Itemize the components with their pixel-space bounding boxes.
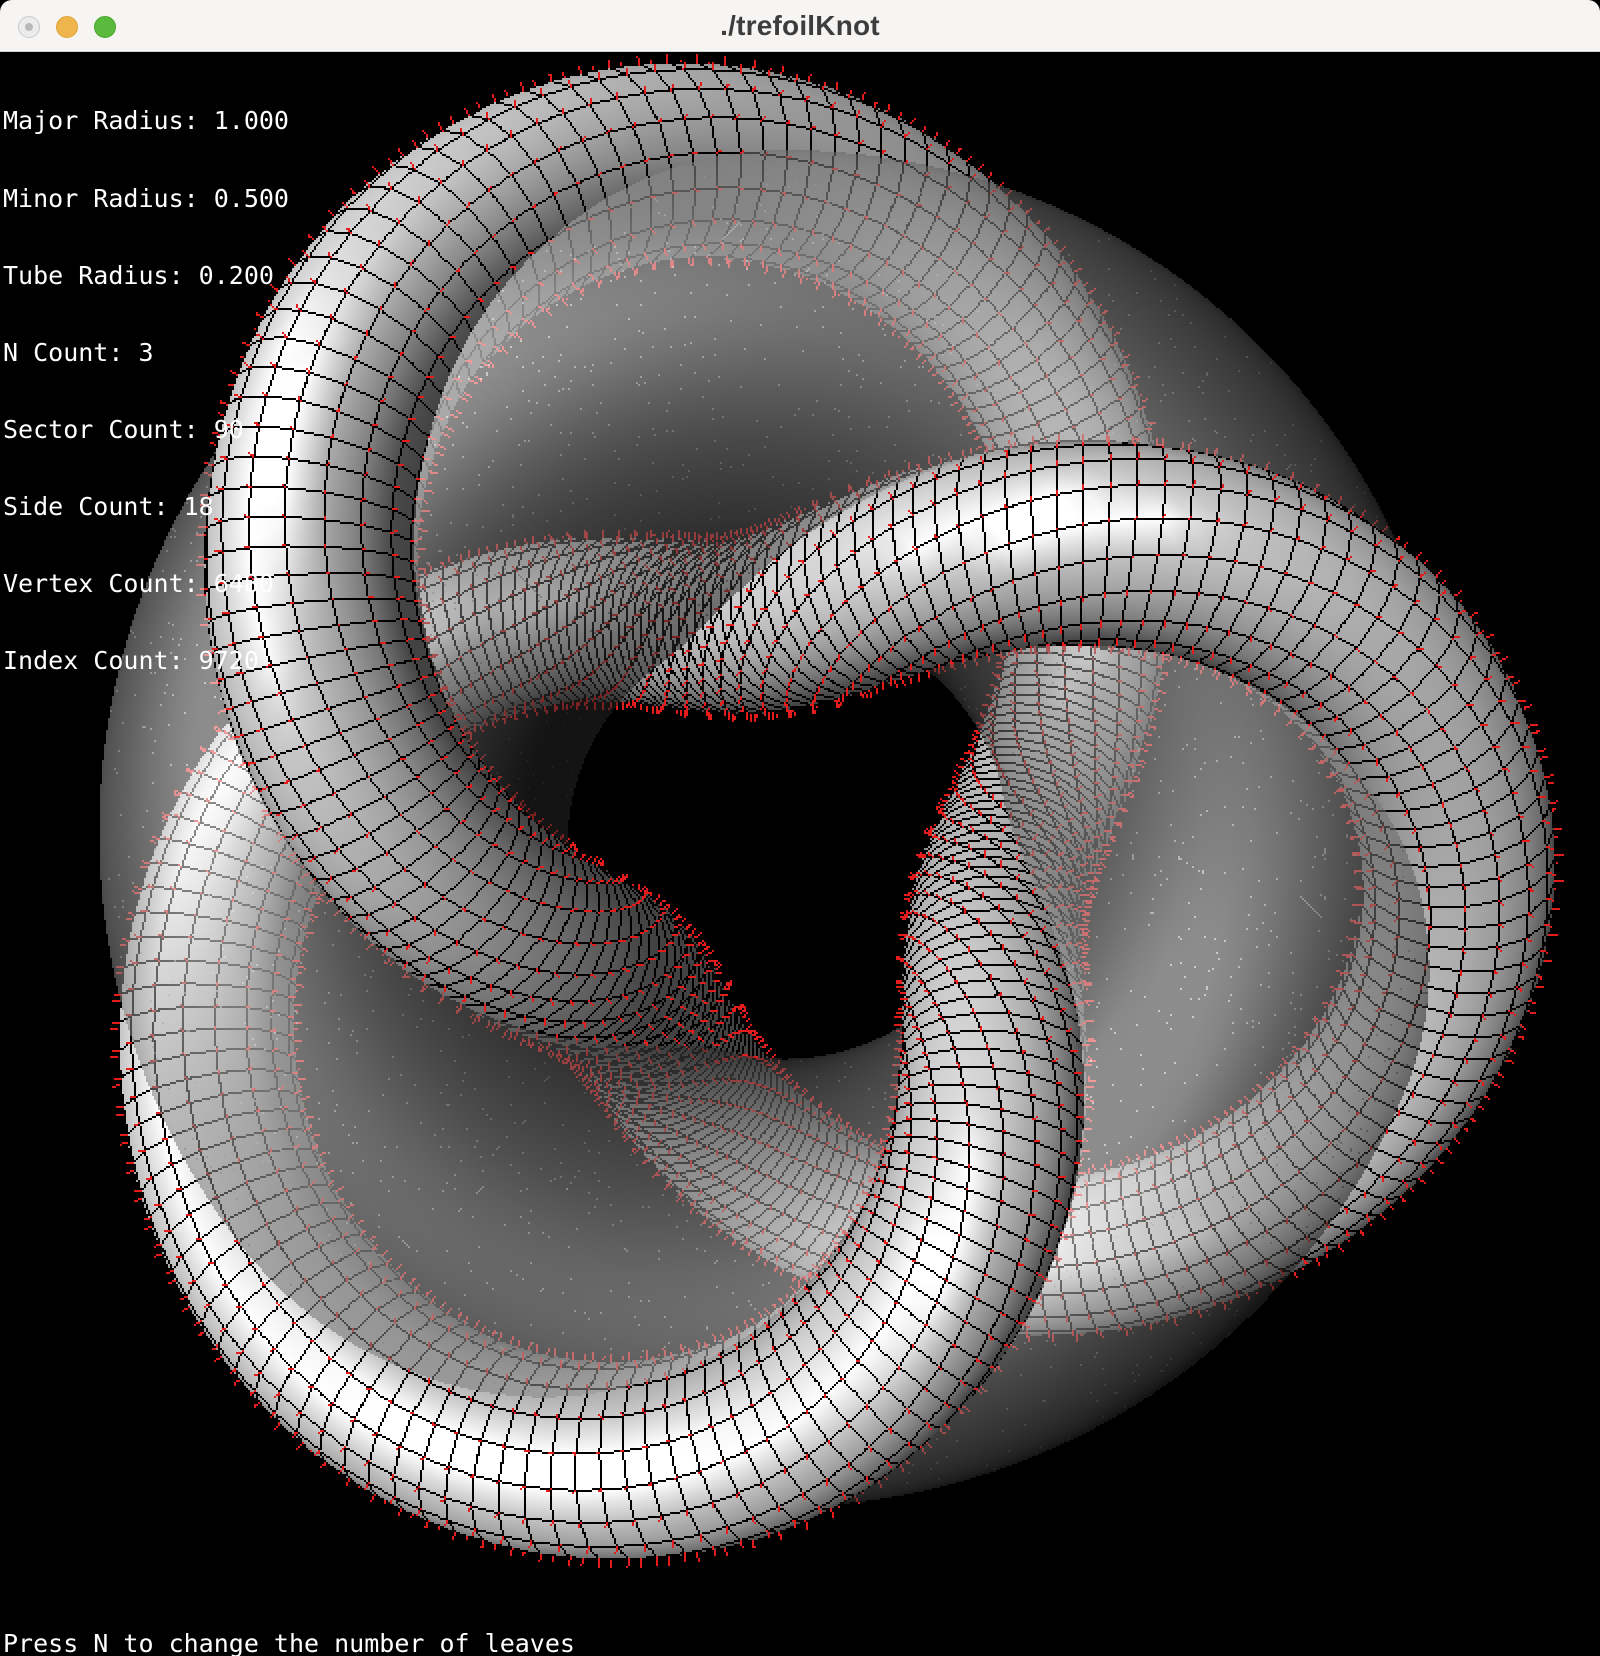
hud-line-major-radius: Major Radius: 1.000 xyxy=(3,108,289,134)
hud-line-vertex-count: Vertex Count: 6480 xyxy=(3,571,289,597)
window-title: ./trefoilKnot xyxy=(720,10,880,42)
hint-text: Press N to change the number of leaves xyxy=(3,1630,575,1656)
minimize-button[interactable] xyxy=(56,16,78,38)
close-button[interactable] xyxy=(18,16,40,38)
hud-line-side-count: Side Count: 18 xyxy=(3,494,289,520)
zoom-button[interactable] xyxy=(94,16,116,38)
window-titlebar[interactable]: ./trefoilKnot xyxy=(0,0,1600,52)
hud-line-index-count: Index Count: 9720 xyxy=(3,648,289,674)
window-controls xyxy=(18,16,116,38)
hud-line-n-count: N Count: 3 xyxy=(3,340,289,366)
hud-line-sector-count: Sector Count: 90 xyxy=(3,417,289,443)
hud-stats: Major Radius: 1.000 Minor Radius: 0.500 … xyxy=(3,57,289,700)
hud-line-minor-radius: Minor Radius: 0.500 xyxy=(3,186,289,212)
hud-line-tube-radius: Tube Radius: 0.200 xyxy=(3,263,289,289)
